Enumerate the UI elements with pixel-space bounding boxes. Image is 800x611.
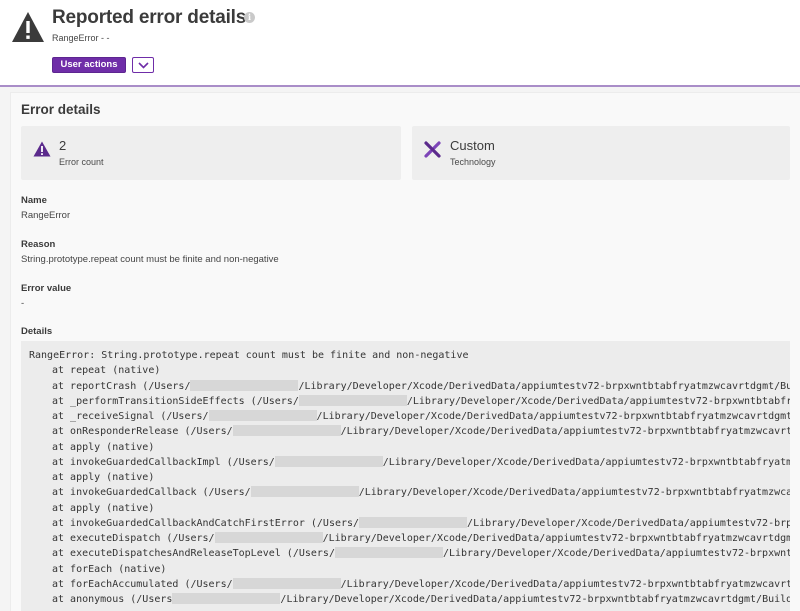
stack-trace-line: at repeat (native) [52,363,160,378]
error-count-tile: 2 Error count [21,126,401,180]
stack-trace-text: at executeDispatchesAndReleaseTopLevel (… [52,548,335,560]
stack-trace-line: at onResponderRelease (/Users/ /Library/D… [52,424,790,439]
user-actions-button[interactable]: User actions [52,57,126,73]
stack-trace-line: at invokeGuardedCallback (/Users/ /Librar… [52,485,790,500]
section-title: Error details [21,102,101,117]
stack-trace-text: at apply (native) [52,502,155,514]
stack-trace-text: /Library/Developer/Xcode/DerivedData/app… [382,456,790,468]
info-icon[interactable]: i [244,12,255,23]
redacted-username [334,547,443,559]
stack-trace-text: /Library/Developer/Xcode/DerivedData/app… [406,395,790,407]
stack-trace-line: at apply (native) [52,440,154,455]
technology-value: Custom [450,138,495,153]
stack-trace-text: /Library/Developer/Xcode/DerivedData/app… [298,380,790,392]
stack-trace-text: at _performTransitionSideEffects (/Users… [52,395,299,407]
stack-trace-text: at apply (native) [52,441,155,453]
redacted-username [298,394,407,406]
name-value: RangeError [21,210,71,221]
page-subtitle: RangeError - - [52,33,110,43]
stack-trace-line: at forEach (native) [52,562,166,577]
stack-trace-line: at _receiveSignal (/Users/ /Library/Devel… [52,409,790,424]
stack-trace-line: at reportCrash (/Users/ /Library/Develope… [52,379,790,394]
stack-trace-line: at apply (native) [52,470,154,485]
redacted-username [172,593,281,604]
page-title: Reported error details [52,7,247,28]
chevron-down-icon [138,62,149,69]
redacted-username [359,516,468,528]
stack-trace-text: at onResponderRelease (/Users/ [52,426,233,438]
redacted-username [190,379,299,391]
page-header: Reported error details i RangeError - - … [0,0,800,85]
stack-trace-text: at anonymous (/Users [52,594,173,605]
stack-trace-line: at forEachAccumulated (/Users/ /Library/D… [52,577,790,592]
stack-trace-text: /Library/Developer/Xcode/DerivedData/app… [358,487,790,499]
stack-trace-line: at executeDispatch (/Users/ /Library/Deve… [52,531,790,546]
error-count-label: Error count [59,157,104,167]
stack-trace-line: at invokeGuardedCallbackImpl (/Users/ /Li… [52,455,790,470]
stack-trace-line: at executeDispatchesAndReleaseTopLevel (… [52,546,790,561]
error-count-value: 2 [59,138,67,153]
stack-trace-text: at invokeGuardedCallbackImpl (/Users/ [52,456,275,468]
stack-trace-text: at apply (native) [52,472,155,483]
stack-trace-text: at reportCrash (/Users/ [52,380,191,392]
stack-trace-line: at _performTransitionSideEffects (/Users… [52,394,790,409]
stack-trace-text: at forEach (native) [52,563,167,575]
stack-trace-line: at apply (native) [52,501,154,516]
stack-trace-text: at repeat (native) [52,365,161,377]
error-value-value: - [21,298,25,309]
technology-label: Technology [450,157,496,167]
stack-trace-text: RangeError: String.prototype.repeat coun… [29,350,469,361]
reason-label: Reason [21,239,56,250]
more-actions-button[interactable] [132,57,154,73]
stack-trace-text: /Library/Developer/Xcode/DerivedData/app… [280,594,790,605]
warning-icon [33,141,51,157]
stack-trace-text: at invokeGuardedCallback (/Users/ [52,487,251,499]
stack-trace-line: at invokeGuardedCallbackAndCatchFirstErr… [52,516,790,531]
stack-trace-text: /Library/Developer/Xcode/DerivedData/app… [442,548,790,560]
stack-trace-text: at invokeGuardedCallbackAndCatchFirstErr… [52,517,360,529]
redacted-username [232,425,341,437]
redacted-username [250,486,359,498]
stack-trace-text: at forEachAccumulated (/Users/ [52,578,233,590]
redacted-username [214,532,323,543]
error-value-label: Error value [21,283,72,294]
technology-tile: Custom Technology [412,126,790,180]
reason-value: String.prototype.repeat count must be fi… [21,254,279,265]
stack-trace-text: /Library/Developer/Xcode/DerivedData/app… [467,517,790,529]
stack-trace-box[interactable]: RangeError: String.prototype.repeat coun… [21,341,790,611]
stack-trace-text: /Library/Developer/Xcode/DerivedData/app… [316,411,790,422]
warning-triangle-icon [12,12,44,42]
stack-trace-line: RangeError: String.prototype.repeat coun… [29,348,469,363]
stack-trace-line: at anonymous (/Users/Library/Developer/X… [52,592,790,607]
redacted-username [208,410,317,421]
stack-trace-text: at _receiveSignal (/Users/ [52,411,209,422]
stack-trace-text: at executeDispatch (/Users/ [52,533,215,544]
header-divider [0,85,800,87]
redacted-username [232,577,341,589]
stack-trace-text: /Library/Developer/Xcode/DerivedData/app… [340,426,790,438]
details-label: Details [21,326,53,337]
stack-trace-text: /Library/Developer/Xcode/DerivedData/app… [340,578,790,590]
custom-technology-icon [424,141,441,158]
stack-trace-text: /Library/Developer/Xcode/DerivedData/app… [322,533,790,544]
redacted-username [274,455,383,467]
name-label: Name [21,195,47,206]
